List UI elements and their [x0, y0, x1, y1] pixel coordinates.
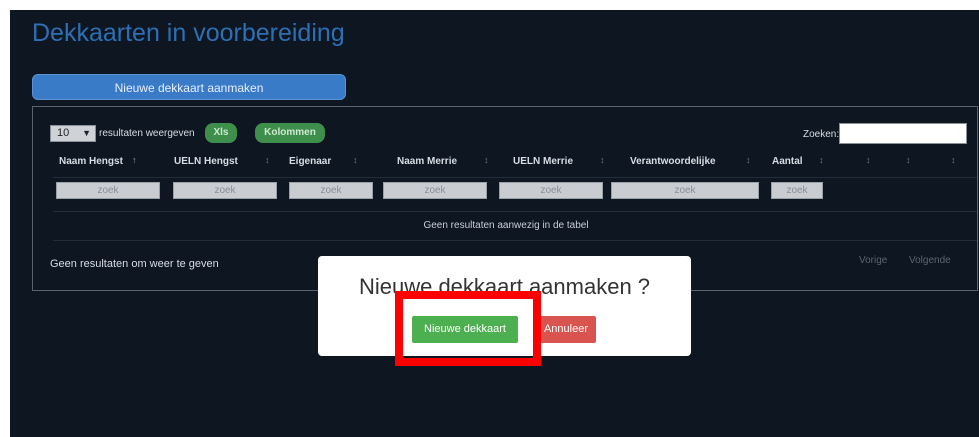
sort-icon[interactable]: ↕	[265, 155, 270, 165]
page-length-select[interactable]: 10 ▼	[50, 125, 96, 142]
columns-button[interactable]: Kolommen	[255, 123, 325, 143]
page-length-value: 10	[57, 127, 70, 139]
table-info: Geen resultaten om weer te geven	[50, 258, 219, 270]
pagination-next[interactable]: Volgende	[909, 255, 951, 266]
sort-icon[interactable]: ↕	[951, 155, 956, 165]
filter-naam-merrie[interactable]: zoek	[383, 182, 487, 199]
search-input[interactable]	[839, 123, 967, 144]
cancel-button[interactable]: Annuleer	[536, 316, 596, 343]
sort-icon[interactable]: ↕	[484, 155, 489, 165]
page-background: Dekkaarten in voorbereiding Nieuwe dekka…	[10, 10, 979, 437]
page-title: Dekkaarten in voorbereiding	[32, 19, 345, 47]
column-header-eigenaar[interactable]: Eigenaar	[289, 156, 331, 167]
empty-table-message: Geen resultaten aanwezig in de tabel	[423, 220, 589, 231]
column-header-ueln-hengst[interactable]: UELN Hengst	[174, 156, 238, 167]
highlight-box	[395, 291, 541, 366]
filter-ueln-hengst[interactable]: zoek	[173, 182, 277, 199]
filter-ueln-merrie[interactable]: zoek	[499, 182, 603, 199]
column-header-naam-hengst[interactable]: Naam Hengst	[59, 156, 123, 167]
sort-icon[interactable]: ↕	[906, 155, 911, 165]
sort-icon[interactable]: ↕	[600, 155, 605, 165]
new-dekkaart-button[interactable]: Nieuwe dekkaart aanmaken	[32, 74, 346, 100]
column-header-aantal[interactable]: Aantal	[772, 156, 803, 167]
pagination-previous[interactable]: Vorige	[859, 255, 887, 266]
filter-aantal[interactable]: zoek	[771, 182, 823, 199]
column-header-naam-merrie[interactable]: Naam Merrie	[397, 156, 457, 167]
column-header-verantwoordelijke[interactable]: Verantwoordelijke	[630, 156, 716, 167]
filter-naam-hengst[interactable]: zoek	[56, 182, 160, 199]
sort-icon[interactable]: ↕	[353, 155, 358, 165]
sort-icon[interactable]: ↕	[746, 155, 751, 165]
filter-verantwoordelijke[interactable]: zoek	[611, 182, 759, 199]
chevron-down-icon: ▼	[82, 128, 91, 138]
header-divider	[53, 177, 977, 178]
filter-eigenaar[interactable]: zoek	[289, 182, 373, 199]
xls-button[interactable]: Xls	[205, 123, 237, 143]
body-divider	[53, 240, 977, 241]
sort-icon[interactable]: ↕	[866, 155, 871, 165]
search-label: Zoeken:	[803, 129, 840, 140]
filter-divider	[53, 211, 977, 212]
page-length-label: resultaten weergeven	[99, 128, 195, 139]
sort-asc-icon[interactable]: ↑	[132, 155, 137, 165]
column-header-ueln-merrie[interactable]: UELN Merrie	[513, 156, 573, 167]
sort-icon[interactable]: ↕	[819, 155, 824, 165]
